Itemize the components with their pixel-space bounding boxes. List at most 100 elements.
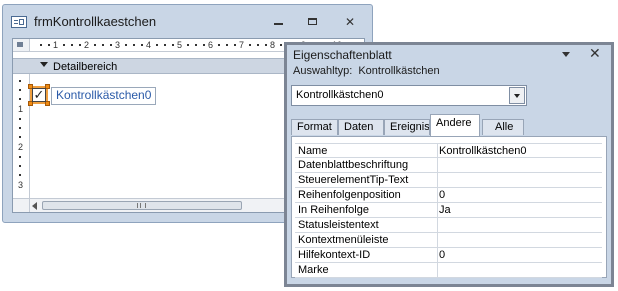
chevron-down-icon[interactable] bbox=[562, 52, 570, 57]
tab-daten[interactable]: Daten bbox=[338, 119, 384, 135]
ruler-tick bbox=[257, 44, 259, 46]
property-value[interactable]: 0 bbox=[439, 189, 445, 201]
property-sheet: Eigenschaftenblatt ✕ Auswahltyp: Kontroll… bbox=[284, 42, 614, 287]
column-divider bbox=[437, 203, 438, 218]
ruler-number: 6 bbox=[208, 40, 214, 50]
ruler-tick bbox=[71, 44, 73, 46]
ruler-tick bbox=[156, 44, 158, 46]
property-row[interactable]: Hilfekontext-ID 0 bbox=[295, 248, 602, 263]
ruler-tick bbox=[48, 44, 50, 46]
ruler-tick bbox=[19, 156, 21, 158]
property-name: Reihenfolgenposition bbox=[298, 189, 401, 201]
ruler-number: 3 bbox=[18, 180, 24, 190]
property-row[interactable]: Reihenfolgenposition 0 bbox=[295, 188, 602, 203]
property-row[interactable]: In Reihenfolge Ja bbox=[295, 203, 602, 218]
column-divider bbox=[437, 173, 438, 188]
ruler-number: 3 bbox=[115, 40, 121, 50]
ruler-tick bbox=[141, 44, 143, 46]
tab-ereignis[interactable]: Ereignis bbox=[384, 119, 430, 135]
ruler-tick bbox=[280, 44, 282, 46]
ruler-tick bbox=[226, 44, 228, 46]
property-name: Statusleistentext bbox=[298, 219, 379, 231]
ruler-number: 1 bbox=[53, 40, 59, 50]
property-name: Marke bbox=[298, 264, 329, 276]
selection-type: Auswahltyp: Kontrollkästchen bbox=[293, 65, 440, 77]
property-value[interactable]: 0 bbox=[439, 249, 445, 261]
ruler-tick bbox=[195, 44, 197, 46]
property-sheet-title: Eigenschaftenblatt bbox=[293, 48, 392, 62]
object-selector-combo[interactable]: Kontrollkästchen0 bbox=[291, 85, 527, 106]
ruler-tick bbox=[19, 118, 21, 120]
vertical-ruler: 1 2 3 bbox=[13, 74, 30, 198]
property-name: SteuerelementTip-Text bbox=[298, 174, 409, 186]
ruler-number: 8 bbox=[270, 40, 276, 50]
property-row[interactable]: Kontextmenüleiste bbox=[295, 233, 602, 248]
ruler-number: 2 bbox=[18, 142, 24, 152]
property-row[interactable]: Statusleistentext bbox=[295, 218, 602, 233]
tab-alle[interactable]: Alle bbox=[482, 119, 524, 135]
ruler-tick bbox=[102, 44, 104, 46]
ruler-tick bbox=[164, 44, 166, 46]
checkbox-label[interactable]: Kontrollkästchen0 bbox=[51, 87, 157, 105]
minimize-icon[interactable] bbox=[268, 14, 288, 30]
ruler-tick bbox=[249, 44, 251, 46]
column-divider bbox=[437, 233, 438, 248]
ruler-tick bbox=[79, 44, 81, 46]
tab-andere[interactable]: Andere bbox=[430, 114, 480, 136]
form-icon bbox=[11, 16, 27, 28]
ruler-tick bbox=[234, 44, 236, 46]
ruler-tick bbox=[63, 44, 65, 46]
property-value[interactable]: Ja bbox=[439, 204, 451, 216]
property-name: Hilfekontext-ID bbox=[298, 249, 371, 261]
column-divider bbox=[437, 158, 438, 173]
checkbox-control[interactable]: ✓ bbox=[32, 88, 46, 102]
selection-type-label: Auswahltyp: bbox=[293, 65, 353, 77]
column-divider bbox=[437, 188, 438, 203]
column-divider bbox=[437, 248, 438, 263]
ruler-tick bbox=[110, 44, 112, 46]
close-icon[interactable]: ✕ bbox=[589, 45, 601, 62]
ruler-number: 4 bbox=[146, 40, 152, 50]
ruler-tick bbox=[40, 44, 42, 46]
close-icon[interactable]: ✕ bbox=[340, 14, 360, 30]
ruler-tick bbox=[19, 98, 21, 100]
object-selector-value: Kontrollkästchen0 bbox=[296, 89, 384, 101]
form-window-title: frmKontrollkaestchen bbox=[34, 14, 157, 29]
ruler-tick bbox=[19, 89, 21, 91]
scrollbar-thumb[interactable] bbox=[42, 201, 242, 210]
ruler-tick bbox=[19, 174, 21, 176]
ruler-tick bbox=[265, 44, 267, 46]
tab-format[interactable]: Format bbox=[291, 119, 338, 135]
ruler-tick bbox=[187, 44, 189, 46]
selection-type-value: Kontrollkästchen bbox=[358, 65, 440, 77]
ruler-tick bbox=[218, 44, 220, 46]
column-divider bbox=[437, 144, 438, 159]
ruler-tick bbox=[125, 44, 127, 46]
property-grid: Name Kontrollkästchen0 Datenblattbeschri… bbox=[291, 136, 607, 278]
ruler-tick bbox=[19, 80, 21, 82]
property-row[interactable]: Marke bbox=[295, 263, 602, 278]
property-name: Datenblattbeschriftung bbox=[298, 159, 409, 171]
column-divider bbox=[437, 218, 438, 233]
property-row[interactable]: Datenblattbeschriftung bbox=[295, 158, 602, 173]
ruler-tick bbox=[172, 44, 174, 46]
column-divider bbox=[437, 263, 438, 278]
scroll-left-icon[interactable] bbox=[32, 202, 37, 210]
ruler-tick bbox=[94, 44, 96, 46]
ruler-tick bbox=[203, 44, 205, 46]
property-row[interactable]: Name Kontrollkästchen0 bbox=[295, 143, 602, 159]
ruler-number: 1 bbox=[18, 104, 24, 114]
property-row[interactable]: SteuerelementTip-Text bbox=[295, 173, 602, 188]
property-name: Kontextmenüleiste bbox=[298, 234, 389, 246]
maximize-icon[interactable] bbox=[302, 14, 322, 30]
form-selector[interactable] bbox=[13, 39, 30, 52]
property-name: Name bbox=[298, 145, 328, 157]
form-window-titlebar[interactable]: frmKontrollkaestchen ✕ bbox=[3, 5, 372, 35]
ruler-number: 5 bbox=[177, 40, 183, 50]
ruler-number: 7 bbox=[239, 40, 245, 50]
scroll-corner bbox=[13, 198, 30, 212]
chevron-down-icon[interactable] bbox=[509, 87, 525, 104]
ruler-number: 2 bbox=[84, 40, 90, 50]
ruler-tick bbox=[19, 127, 21, 129]
property-value[interactable]: Kontrollkästchen0 bbox=[439, 145, 526, 157]
